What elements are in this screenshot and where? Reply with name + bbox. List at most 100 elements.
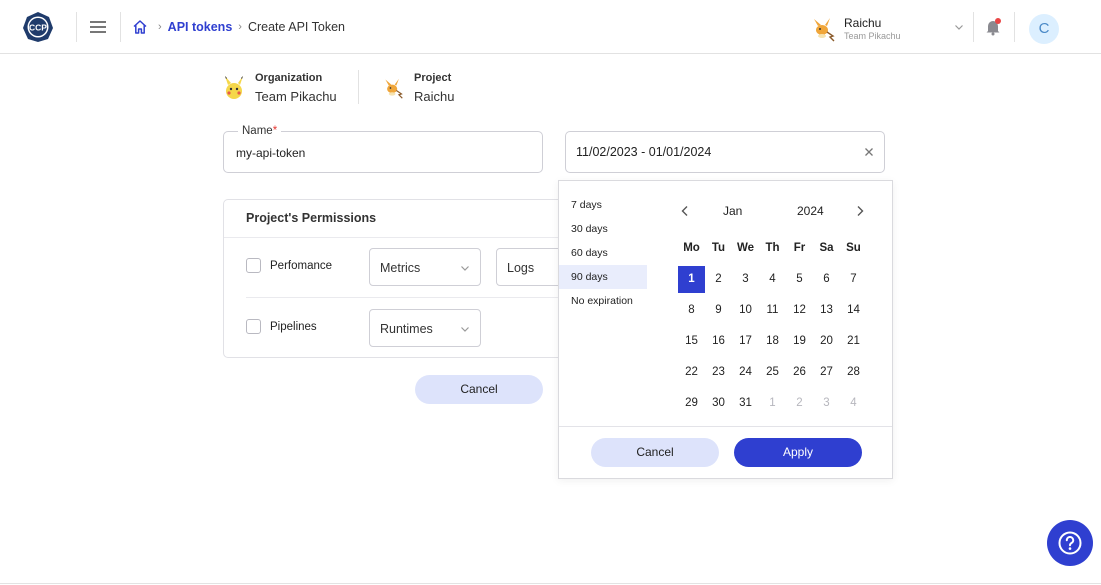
calendar-week: 15 16 17 18 19 20 21 [678,328,867,359]
calendar-grid: Mo Tu We Th Fr Sa Su 1 2 3 4 5 6 7 8 9 1… [678,235,867,421]
preset-list: 7 days 30 days 60 days 90 days No expira… [559,193,647,313]
project-switcher[interactable]: Raichu Team Pikachu [810,14,970,44]
calendar-year[interactable]: 2024 [797,204,824,218]
weekday-header: Mo Tu We Th Fr Sa Su [678,235,867,266]
help-button[interactable] [1047,520,1093,566]
calendar-day-selected[interactable]: 1 [678,266,705,293]
preset-7-days[interactable]: 7 days [559,193,647,217]
chevron-left-icon[interactable] [678,204,692,218]
calendar-day-next-month[interactable]: 3 [813,390,840,417]
weekday-label: Fr [793,242,806,254]
calendar-day[interactable]: 29 [678,390,705,417]
calendar-day[interactable]: 17 [732,328,759,355]
calendar-day[interactable]: 16 [705,328,732,355]
ccp-logo-icon[interactable]: CCP [22,11,54,43]
calendar-day[interactable]: 28 [840,359,867,386]
calendar-day[interactable]: 4 [759,266,786,293]
calendar-day-next-month[interactable]: 4 [840,390,867,417]
calendar-day[interactable]: 23 [705,359,732,386]
preset-60-days[interactable]: 60 days [559,241,647,265]
weekday-label: Mo [683,242,700,254]
calendar-day[interactable]: 11 [759,297,786,324]
calendar-day[interactable]: 12 [786,297,813,324]
pipelines-runtimes-select[interactable]: Runtimes [369,309,481,347]
calendar-day[interactable]: 6 [813,266,840,293]
chevron-right-icon[interactable] [853,204,867,218]
top-bar: CCP › API tokens › Create API Token Raic… [0,0,1101,54]
permissions-title: Project's Permissions [246,211,377,225]
calendar-day[interactable]: 25 [759,359,786,386]
cancel-button[interactable]: Cancel [415,375,543,404]
divider [358,70,359,104]
name-input[interactable]: my-api-token [223,131,543,173]
calendar-day[interactable]: 3 [732,266,759,293]
divider [973,12,974,42]
preset-no-expiration[interactable]: No expiration [559,289,647,313]
weekday-label: We [736,242,755,254]
breadcrumb-api-tokens-link[interactable]: API tokens [168,20,233,34]
calendar-day[interactable]: 10 [732,297,759,324]
help-icon [1058,531,1082,555]
divider [120,12,121,42]
calendar-month[interactable]: Jan [723,204,742,218]
calendar-day[interactable]: 26 [786,359,813,386]
name-label-text: Name [242,125,273,137]
performance-checkbox[interactable] [246,258,261,273]
raichu-avatar-icon [814,18,835,42]
project-value: Raichu [414,89,455,104]
calendar-day[interactable]: 9 [705,297,732,324]
calendar-day[interactable]: 31 [732,390,759,417]
calendar-week: 29 30 31 1 2 3 4 [678,390,867,421]
calendar-day[interactable]: 5 [786,266,813,293]
logo-text: CCP [29,23,47,33]
hamburger-menu-icon[interactable] [88,17,108,37]
close-icon[interactable] [864,147,874,157]
project-permissions-card: Project's Permissions Perfomance Metrics… [223,199,563,358]
calendar-day-next-month[interactable]: 2 [786,390,813,417]
breadcrumb-separator: › [158,21,162,33]
calendar-day[interactable]: 2 [705,266,732,293]
weekday-label: Sa [819,242,834,254]
home-icon[interactable] [132,19,148,35]
pipelines-label: Pipelines [270,321,317,333]
divider [559,426,892,427]
divider [0,583,1101,584]
datepicker-cancel-button[interactable]: Cancel [591,438,719,467]
breadcrumb-separator: › [238,21,242,33]
calendar-day[interactable]: 21 [840,328,867,355]
calendar-day[interactable]: 24 [732,359,759,386]
divider [224,237,562,238]
calendar-day[interactable]: 20 [813,328,840,355]
datepicker-apply-button[interactable]: Apply [734,438,862,467]
user-avatar[interactable]: C [1029,14,1059,44]
calendar-day[interactable]: 14 [840,297,867,324]
expiration-date-range-input[interactable]: 11/02/2023 - 01/01/2024 [565,131,885,173]
calendar-day[interactable]: 8 [678,297,705,324]
date-range-value: 11/02/2023 - 01/01/2024 [576,145,712,159]
weekday-label: Tu [711,242,726,254]
pipelines-checkbox[interactable] [246,319,261,334]
calendar-day[interactable]: 15 [678,328,705,355]
calendar-day[interactable]: 27 [813,359,840,386]
calendar-day[interactable]: 22 [678,359,705,386]
calendar-day[interactable]: 18 [759,328,786,355]
user-team-name: Team Pikachu [844,31,901,41]
chevron-down-icon [461,327,469,332]
calendar-day[interactable]: 19 [786,328,813,355]
weekday-label: Th [765,242,780,254]
divider [76,12,77,42]
calendar-week: 22 23 24 25 26 27 28 [678,359,867,390]
preset-90-days[interactable]: 90 days [559,265,647,289]
raichu-icon [385,78,403,99]
calendar-day[interactable]: 7 [840,266,867,293]
calendar-day[interactable]: 30 [705,390,732,417]
date-range-picker: 7 days 30 days 60 days 90 days No expira… [558,180,893,479]
calendar-day-next-month[interactable]: 1 [759,390,786,417]
pikachu-icon [225,76,243,99]
calendar-day[interactable]: 13 [813,297,840,324]
name-field-label: Name* [238,125,282,137]
performance-logs-select[interactable]: Logs [496,248,562,286]
preset-30-days[interactable]: 30 days [559,217,647,241]
notification-dot [995,18,1001,24]
performance-metrics-select[interactable]: Metrics [369,248,481,286]
